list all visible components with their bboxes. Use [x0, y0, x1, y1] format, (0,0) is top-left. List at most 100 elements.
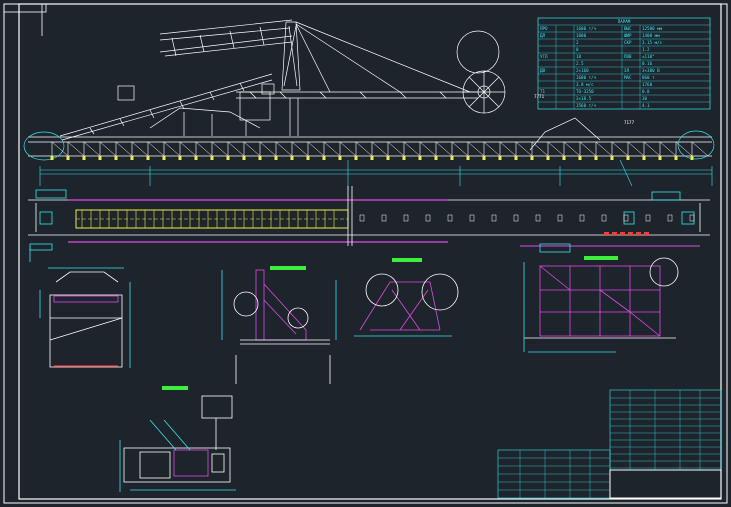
section-support-bracket: [221, 266, 337, 384]
truss-foot: [434, 156, 438, 160]
elevation-tag: 7177: [624, 120, 635, 125]
stacker-reclaimer-elevation: [59, 19, 506, 141]
truss-diagonal: [179, 141, 197, 157]
truss-foot: [162, 156, 166, 160]
spec-table-cell: 2: [576, 40, 579, 45]
spec-table-cell: ШИР: [624, 33, 632, 38]
spec-table-cell: 1560 т/ч: [576, 103, 597, 108]
idler-set: [447, 214, 453, 222]
truss-diagonal: [323, 141, 341, 157]
spec-table-cell: 0: [576, 47, 579, 52]
idler-set: [491, 214, 497, 222]
idler-set: [469, 214, 475, 222]
truss-foot: [66, 156, 70, 160]
truss-diagonal: [435, 141, 453, 157]
truss-foot: [322, 156, 326, 160]
spec-table-cell: ВЫС: [624, 26, 632, 31]
spec-table-cell: 1.2: [642, 47, 650, 52]
truss-foot: [658, 156, 662, 160]
spec-table-cell: 3×380 В: [642, 68, 660, 73]
spec-table-cell: ПОВ: [624, 54, 632, 59]
idler-set: [535, 214, 541, 222]
truss-foot: [242, 156, 246, 160]
idler-set: [645, 214, 651, 222]
truss-foot: [82, 156, 86, 160]
spec-table-cell: 1600 т/ч: [576, 26, 597, 31]
specification-table: ПАРАМ ПРО 1600 т/ч ВЫС 12500 мм ДЛ 1000 ШИР 1400…: [537, 17, 711, 110]
idler-set: [623, 214, 629, 222]
truss-foot: [690, 156, 694, 160]
truss-diagonal: [691, 141, 709, 157]
truss-diagonal: [99, 141, 117, 157]
truss-diagonal: [243, 141, 261, 157]
truss-diagonal: [659, 141, 677, 157]
section-triangular-frame: [354, 258, 459, 337]
truss-foot: [498, 156, 502, 160]
truss-diagonal: [83, 141, 101, 157]
spec-table-cell: 1000: [576, 33, 587, 38]
truss-diagonal: [195, 141, 213, 157]
truss-diagonal: [611, 141, 629, 157]
spec-table-cell: 2×160: [576, 68, 589, 73]
elevation-dimensions: [39, 159, 713, 190]
truss-foot: [338, 156, 342, 160]
truss-foot: [290, 156, 294, 160]
truss-diagonal: [547, 141, 565, 157]
truss-foot: [210, 156, 214, 160]
truss-foot: [642, 156, 646, 160]
truss-diagonal: [147, 141, 165, 157]
truss-foot: [610, 156, 614, 160]
truss-diagonal: [259, 141, 277, 157]
spec-table-cell: ЭЛ: [624, 68, 630, 73]
spec-table-title: ПАРАМ: [618, 19, 631, 24]
truss-diagonal: [451, 141, 469, 157]
truss-foot: [386, 156, 390, 160]
truss-foot: [226, 156, 230, 160]
idler-set: [403, 214, 409, 222]
idler-set: [557, 214, 563, 222]
spec-table-cell: ДЛ: [540, 33, 546, 38]
section-tag: 7771: [534, 94, 545, 99]
truss-diagonal: [211, 141, 229, 157]
truss-foot: [562, 156, 566, 160]
truss-foot: [194, 156, 198, 160]
truss-diagonal: [131, 141, 149, 157]
truss-foot: [626, 156, 630, 160]
spec-table-cell: 12500 мм: [642, 26, 663, 31]
truss-diagonal: [387, 141, 405, 157]
spec-table-cell: 1760: [642, 82, 653, 87]
drawing-frame: [3, 3, 728, 504]
spec-table-cell: 4.1: [642, 103, 650, 108]
truss-foot: [178, 156, 182, 160]
truss-diagonal: [291, 141, 309, 157]
truss-diagonal: [627, 141, 645, 157]
spec-table-cell: ±110°: [642, 54, 655, 59]
truss-foot: [674, 156, 678, 160]
truss-diagonal: [227, 141, 245, 157]
plan-red-blocks: [604, 232, 649, 235]
truss-foot: [354, 156, 358, 160]
spec-table-cell: 3.8 м/с: [576, 82, 594, 87]
truss-foot: [482, 156, 486, 160]
spec-table-cell: 18: [576, 54, 582, 59]
spec-table-cell: МАС: [624, 75, 632, 80]
spec-table-cell: 0.8: [642, 89, 650, 94]
drive-unit-plan: [119, 386, 236, 492]
truss-foot: [402, 156, 406, 160]
truss-foot: [258, 156, 262, 160]
truss-diagonal: [163, 141, 181, 157]
spec-table-cell: 3×18.5: [576, 96, 592, 101]
truss-diagonal: [419, 141, 437, 157]
idler-set: [689, 214, 695, 222]
truss-foot: [146, 156, 150, 160]
truss-diagonal: [67, 141, 85, 157]
truss-foot: [50, 156, 54, 160]
truss-diagonal: [355, 141, 373, 157]
section-idler-frame: [39, 267, 131, 368]
truss-foot: [466, 156, 470, 160]
truss-diagonal: [371, 141, 389, 157]
section-portal-frame: [523, 256, 679, 353]
truss-diagonal: [467, 141, 485, 157]
spec-table-cell: 1600 т/ч: [576, 75, 597, 80]
spec-table-cell: ДВ: [540, 68, 546, 73]
